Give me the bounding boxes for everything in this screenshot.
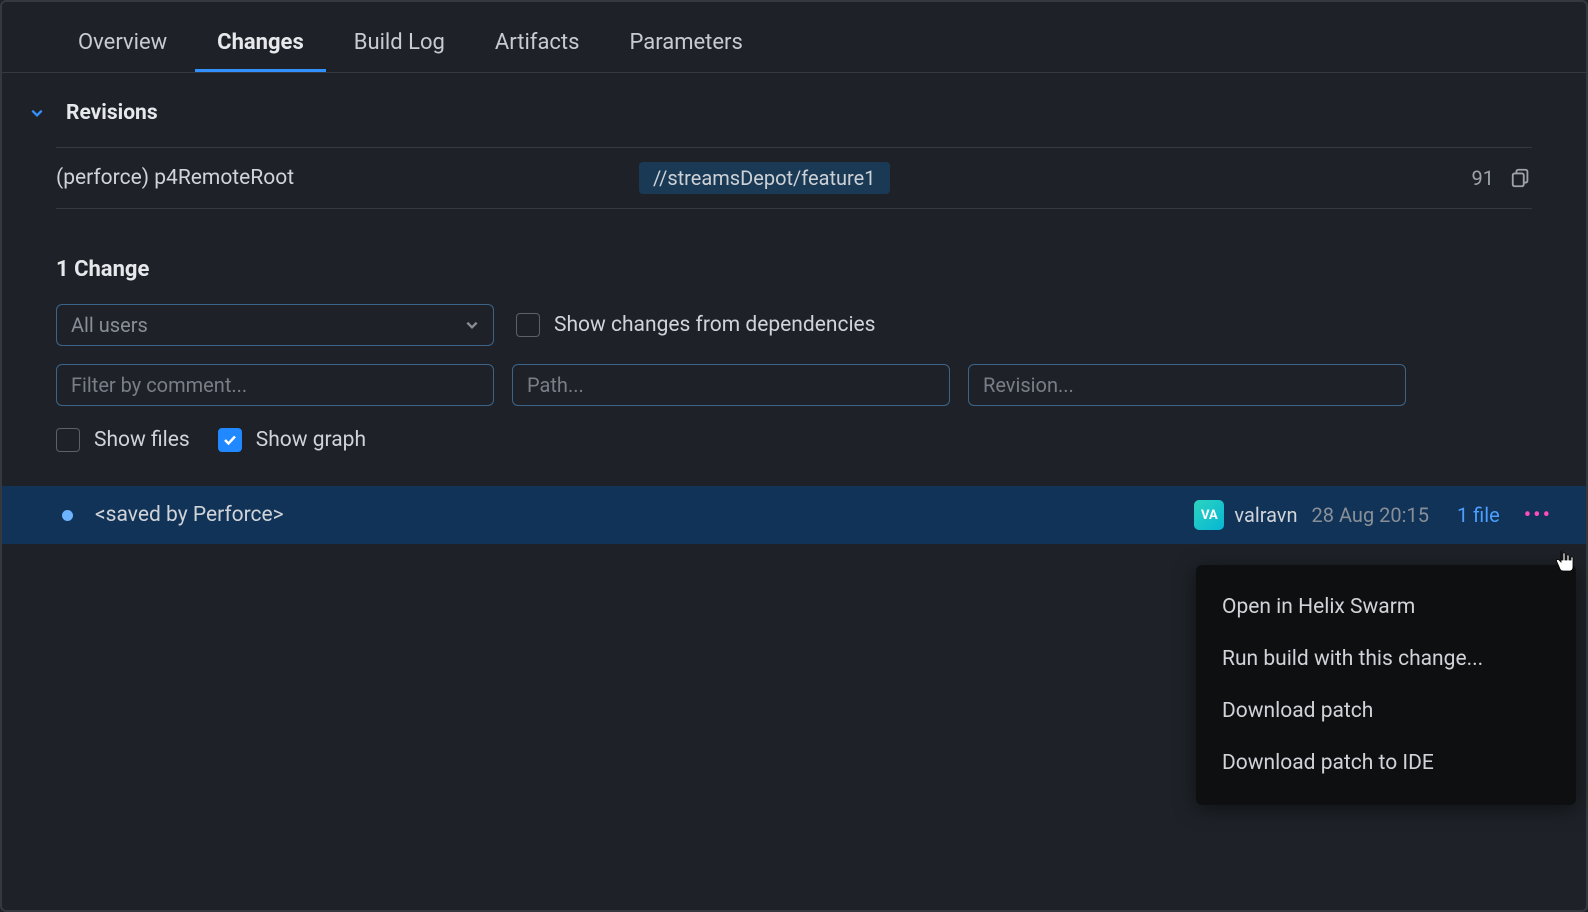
display-options-row: Show files Show graph [56, 428, 1532, 452]
show-files-label: Show files [94, 428, 190, 452]
revision-row[interactable]: (perforce) p4RemoteRoot //streamsDepot/f… [56, 147, 1532, 209]
comment-filter-input[interactable] [56, 364, 494, 406]
tab-bar: Overview Changes Build Log Artifacts Par… [2, 2, 1586, 73]
revisions-toggle[interactable]: Revisions [56, 101, 1532, 125]
revision-count: 91 [1472, 166, 1494, 190]
vcs-root-label: (perforce) p4RemoteRoot [56, 166, 639, 190]
users-select-label: All users [71, 313, 148, 337]
tab-overview[interactable]: Overview [56, 20, 189, 72]
dependencies-label: Show changes from dependencies [554, 313, 876, 337]
filter-inputs-row [56, 364, 1532, 406]
chevron-down-icon [30, 106, 44, 120]
show-graph-checkbox-wrap[interactable]: Show graph [218, 428, 366, 452]
tab-changes[interactable]: Changes [195, 20, 326, 72]
users-select[interactable]: All users [56, 304, 494, 346]
tab-artifacts[interactable]: Artifacts [473, 20, 602, 72]
revision-filter-input[interactable] [968, 364, 1406, 406]
changes-section: 1 Change All users Show changes from dep… [2, 209, 1586, 544]
tab-parameters[interactable]: Parameters [607, 20, 764, 72]
stream-badge: //streamsDepot/feature1 [639, 162, 890, 194]
filter-row: All users Show changes from dependencies [56, 304, 1532, 346]
revisions-section: Revisions (perforce) p4RemoteRoot //stre… [2, 73, 1586, 209]
menu-download-patch-ide[interactable]: Download patch to IDE [1196, 737, 1576, 789]
show-files-checkbox[interactable] [56, 428, 80, 452]
dependencies-checkbox[interactable] [516, 313, 540, 337]
show-graph-label: Show graph [256, 428, 366, 452]
graph-dot-icon [62, 510, 73, 521]
copy-icon[interactable] [1510, 167, 1532, 189]
timestamp: 28 Aug 20:15 [1312, 503, 1429, 527]
chevron-down-icon [465, 318, 479, 332]
avatar: VA [1194, 500, 1224, 530]
username: valravn [1234, 503, 1297, 527]
menu-download-patch[interactable]: Download patch [1196, 685, 1576, 737]
show-graph-checkbox[interactable] [218, 428, 242, 452]
tab-buildlog[interactable]: Build Log [332, 20, 467, 72]
menu-run-build[interactable]: Run build with this change... [1196, 633, 1576, 685]
changes-title: 1 Change [56, 257, 1532, 282]
change-message: <saved by Perforce> [95, 503, 1194, 527]
show-files-checkbox-wrap[interactable]: Show files [56, 428, 190, 452]
dependencies-checkbox-wrap[interactable]: Show changes from dependencies [516, 313, 876, 337]
more-actions-icon[interactable]: ••• [1524, 503, 1552, 528]
path-filter-input[interactable] [512, 364, 950, 406]
menu-open-helix-swarm[interactable]: Open in Helix Swarm [1196, 581, 1576, 633]
change-row[interactable]: <saved by Perforce> VA valravn 28 Aug 20… [2, 486, 1586, 544]
file-count[interactable]: 1 file [1457, 503, 1500, 527]
revisions-title: Revisions [66, 101, 158, 125]
context-menu: Open in Helix Swarm Run build with this … [1196, 565, 1576, 805]
